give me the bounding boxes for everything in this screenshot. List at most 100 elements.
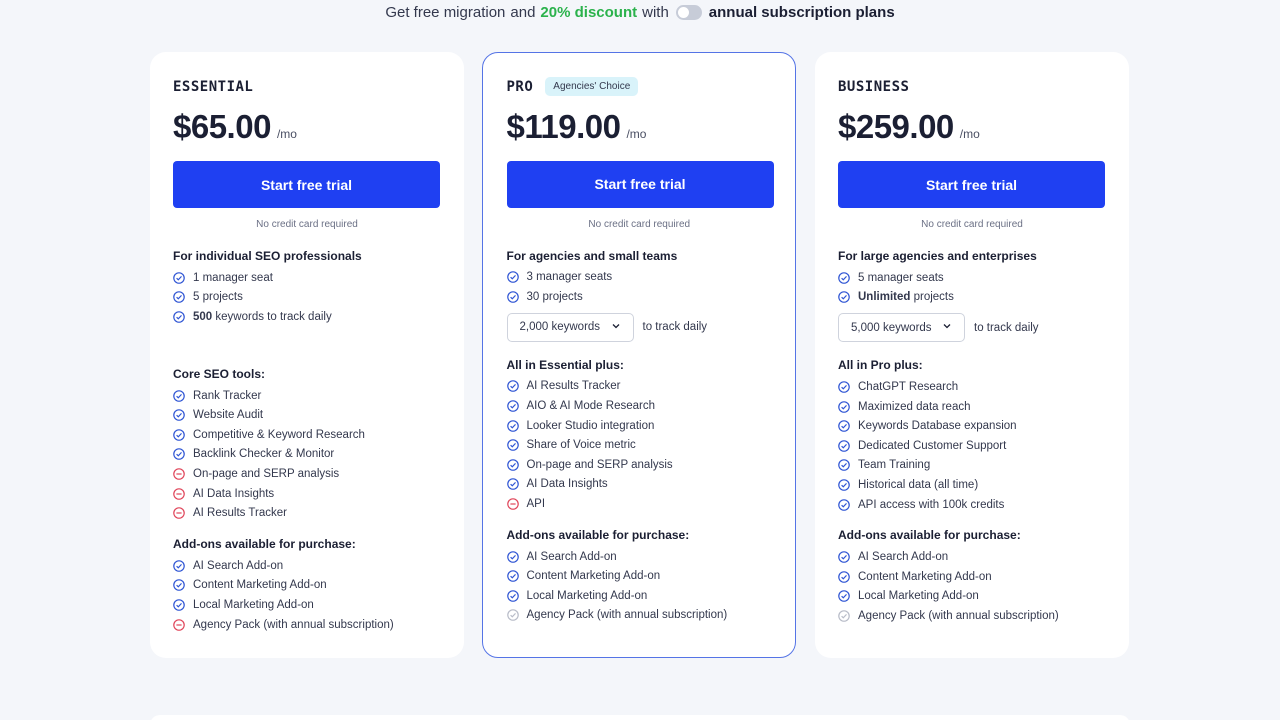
item-text: AI Results Tracker xyxy=(193,507,287,520)
list-item: AI Data Insights xyxy=(173,484,441,504)
check-circle-icon xyxy=(173,271,185,284)
list-item: Content Marketing Add-on xyxy=(838,567,1106,587)
item-text: API access with 100k credits xyxy=(858,498,1005,511)
item-text: Historical data (all time) xyxy=(858,478,979,491)
plan-price: $119.00 xyxy=(506,107,621,145)
start-free-trial-button[interactable]: Start free trial xyxy=(838,161,1105,208)
check-circle-icon xyxy=(173,579,185,592)
list-item: AI Data Insights xyxy=(506,475,773,495)
price-period: /mo xyxy=(276,127,297,141)
keywords-suffix: to track daily xyxy=(642,321,708,334)
item-text: AI Search Add-on xyxy=(858,551,949,564)
plan-header: PRO Agencies' Choice xyxy=(506,77,773,96)
tools-title: Core SEO tools: xyxy=(173,366,266,381)
item-text: ChatGPT Research xyxy=(858,380,959,393)
plan-features: Rank Tracker Website Audit Competitive & K… xyxy=(173,386,441,523)
check-circle-icon xyxy=(838,291,850,304)
check-circle-icon xyxy=(506,380,519,393)
minus-circle-icon xyxy=(173,487,185,500)
check-circle-icon xyxy=(838,551,850,563)
price-period: /mo xyxy=(959,127,980,141)
plan-audience: For agencies and small teams xyxy=(506,248,678,263)
plan-header: BUSINESS xyxy=(838,79,1106,95)
check-circle-icon xyxy=(838,271,850,284)
check-circle-icon xyxy=(838,420,850,432)
minus-circle-icon xyxy=(173,618,185,631)
promo-text-1: Get free migration xyxy=(385,3,506,21)
list-item: Agency Pack (with annual subscription) xyxy=(173,615,441,635)
item-text: Website Audit xyxy=(193,409,264,422)
check-circle-icon xyxy=(506,478,519,491)
item-text: Team Training xyxy=(858,459,931,472)
item-text: API xyxy=(526,498,546,511)
check-circle-icon xyxy=(173,559,185,572)
promo-text-4: annual subscription plans xyxy=(708,3,895,21)
list-item: 5 projects xyxy=(173,288,441,308)
plan-name: PRO xyxy=(506,78,534,95)
check-circle-icon xyxy=(173,291,185,304)
check-circle-icon xyxy=(838,400,850,413)
price-row: $259.00/mo xyxy=(838,108,1106,152)
plan-addons: AI Search Add-on Content Marketing Add-on… xyxy=(506,547,773,625)
item-text: Content Marketing Add-on xyxy=(858,570,992,583)
plan-name: BUSINESS xyxy=(838,79,910,95)
item-text: Local Marketing Add-on xyxy=(526,589,648,602)
promo-discount: 20% discount xyxy=(540,3,638,21)
list-item: API xyxy=(506,494,773,514)
plan-card-business: BUSINESS $259.00/mo Start free trial No cre… xyxy=(815,52,1129,658)
plan-features: ChatGPT Research Maximized data reach Keyw… xyxy=(838,377,1106,514)
item-text: Keywords Database expansion xyxy=(858,420,1017,433)
check-circle-icon xyxy=(506,459,519,471)
item-text: Content Marketing Add-on xyxy=(193,579,327,592)
list-item: Content Marketing Add-on xyxy=(506,566,773,586)
keywords-dropdown-value: 2,000 keywords xyxy=(519,321,601,334)
keywords-dropdown[interactable]: 5,000 keywords xyxy=(838,313,965,343)
plan-header: ESSENTIAL xyxy=(173,79,441,95)
chevron-down-icon xyxy=(611,321,621,334)
list-item: Historical data (all time) xyxy=(838,475,1106,495)
chevron-down-icon xyxy=(942,321,952,334)
item-text: AI Results Tracker xyxy=(526,380,621,393)
plan-card-essential: ESSENTIAL $65.00/mo Start free trial No cre… xyxy=(150,52,464,658)
list-item: AI Results Tracker xyxy=(506,377,773,397)
start-free-trial-button[interactable]: Start free trial xyxy=(506,160,774,208)
list-item: 1 manager seat xyxy=(173,268,441,288)
no-credit-card-note: No credit card required xyxy=(588,218,691,230)
list-item: Local Marketing Add-on xyxy=(506,586,773,606)
list-item: Local Marketing Add-on xyxy=(838,587,1106,607)
check-circle-icon xyxy=(838,479,850,491)
item-text: On-page and SERP analysis xyxy=(193,467,340,480)
keywords-row: 5,000 keywords to track daily xyxy=(838,313,1106,343)
plan-addons: AI Search Add-on Content Marketing Add-on… xyxy=(838,547,1106,625)
check-circle-icon xyxy=(838,459,850,472)
annual-billing-toggle[interactable] xyxy=(675,4,702,20)
check-circle-icon xyxy=(506,419,519,432)
item-text: 5 manager seats xyxy=(858,271,944,284)
item-text: AIO & AI Mode Research xyxy=(526,400,655,413)
list-item: Content Marketing Add-on xyxy=(173,576,441,596)
plan-features: AI Results Tracker AIO & AI Mode Research… xyxy=(506,377,773,514)
item-text: keywords to track daily xyxy=(215,310,332,323)
item-bold-text: Unlimited xyxy=(858,291,911,304)
check-circle-icon xyxy=(173,409,185,421)
check-circle-icon xyxy=(838,570,850,583)
list-item: Rank Tracker xyxy=(173,386,441,406)
list-item: Local Marketing Add-on xyxy=(173,595,441,615)
list-item: Looker Studio integration xyxy=(506,416,773,436)
plan-audience: For large agencies and enterprises xyxy=(838,249,1037,263)
keywords-dropdown[interactable]: 2,000 keywords xyxy=(506,312,634,342)
check-circle-icon xyxy=(838,439,850,452)
addons-title: Add-ons available for purchase: xyxy=(173,536,356,551)
check-circle-icon xyxy=(506,271,519,284)
price-row: $65.00/mo xyxy=(173,108,441,152)
plan-limits: 3 manager seats 30 projects xyxy=(506,268,773,307)
plan-addons: AI Search Add-on Content Marketing Add-on… xyxy=(173,556,441,634)
item-text: 1 manager seat xyxy=(193,271,273,284)
minus-circle-icon xyxy=(173,507,185,519)
start-free-trial-button[interactable]: Start free trial xyxy=(173,161,440,208)
check-circle-icon xyxy=(173,311,185,323)
list-item: Keywords Database expansion xyxy=(838,416,1106,436)
check-circle-icon xyxy=(838,498,850,511)
check-circle-icon xyxy=(838,590,850,603)
minus-circle-icon xyxy=(506,498,519,510)
